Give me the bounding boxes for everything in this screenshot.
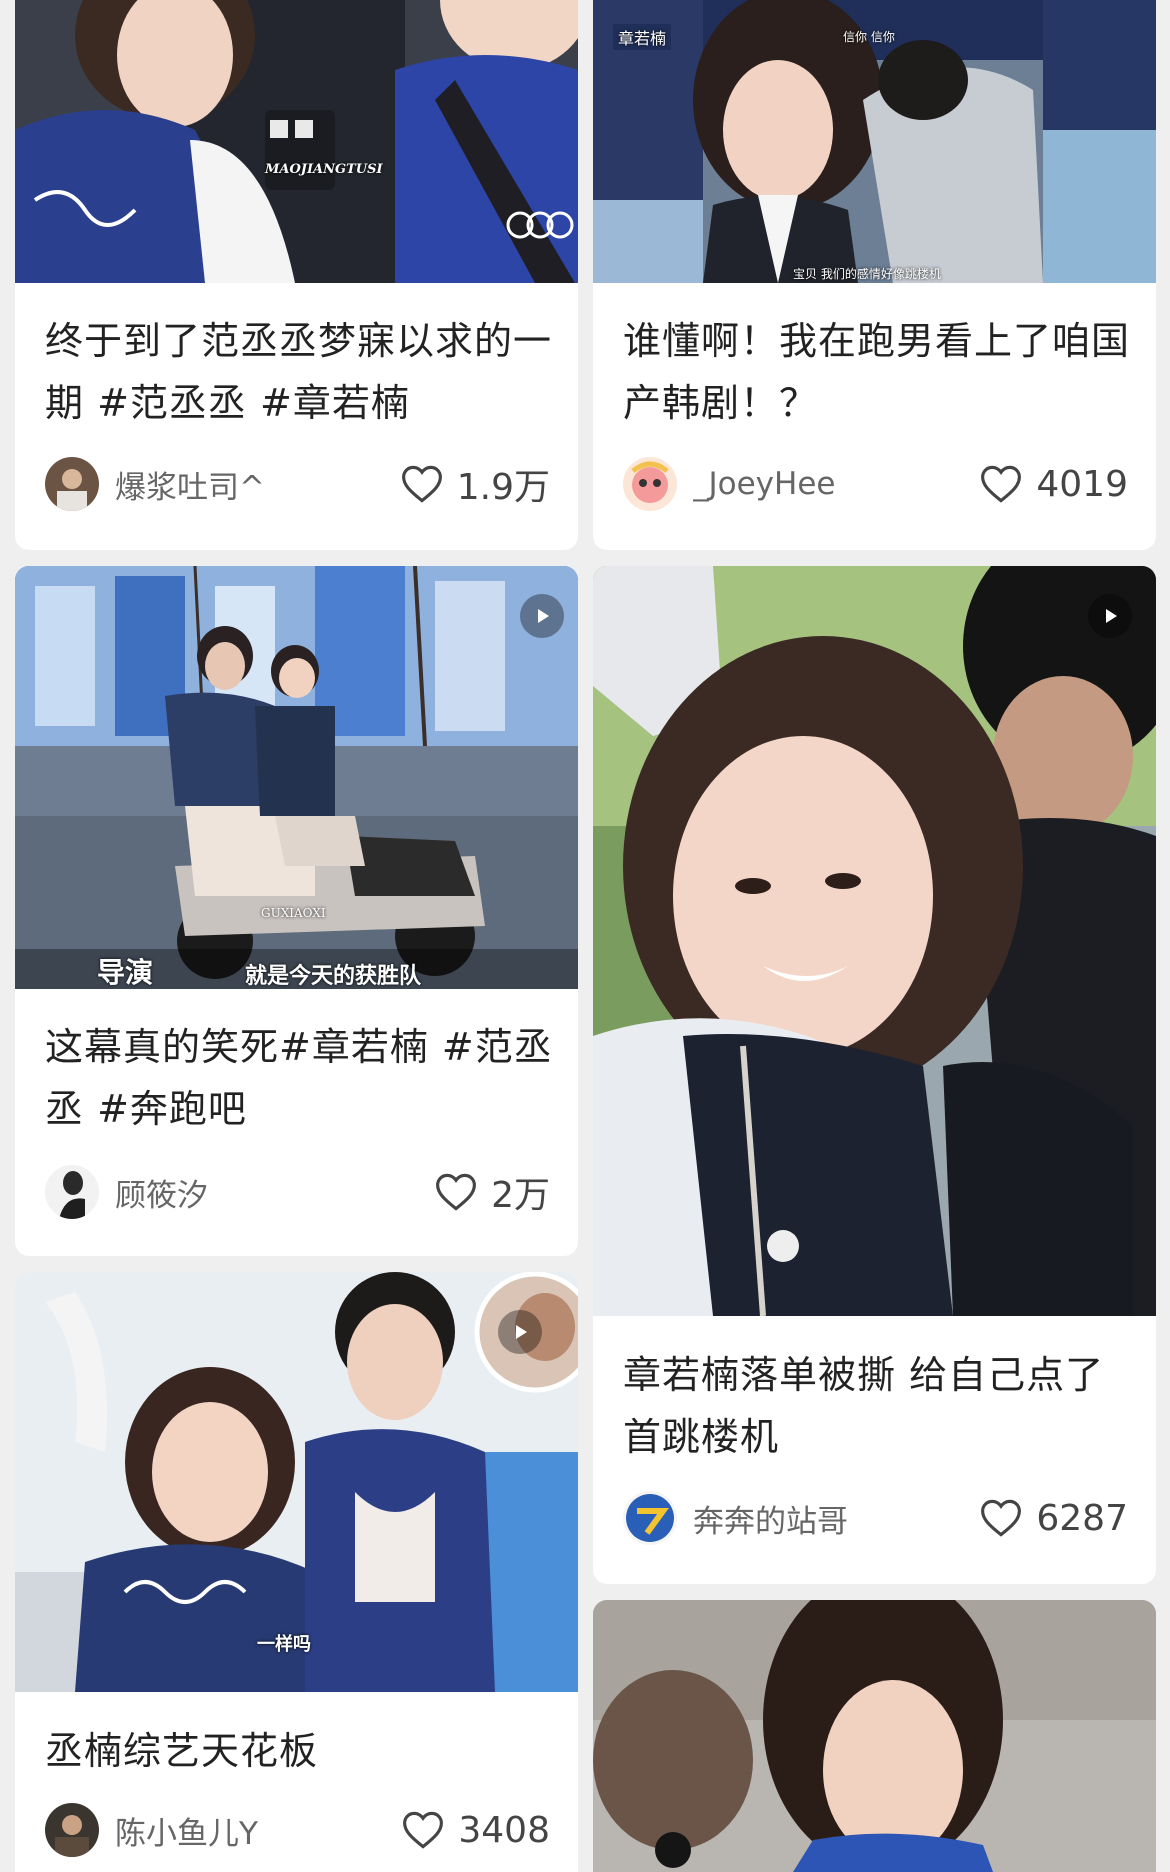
note-caption[interactable]: 这幕真的笑死#章若楠 #范丞丞 #奔跑吧 [45,1016,554,1140]
author-avatar[interactable] [45,1803,99,1857]
like-button[interactable]: 6287 [980,1498,1128,1539]
note-caption[interactable]: 终于到了范丞丞梦寐以求的一期 #范丞丞 #章若楠 [45,310,554,434]
video-indicator [1088,594,1132,638]
thumb-watermark: GUXIAOXI [261,906,326,920]
note-caption[interactable]: 章若楠落单被撕 给自己点了首跳楼机 [623,1344,1132,1468]
author-name[interactable]: 奔奔的站哥 [693,1496,980,1541]
play-icon [1106,609,1117,623]
waterfall-feed: MAOJIANGTUSI 终于到了范丞丞梦寐以求的一期 #范丞丞 #章若楠 爆浆… [0,0,1170,1872]
note-cover-image[interactable]: 导演 就是今天的获胜队 GUXIAOXI [15,566,578,989]
heart-outline-icon [403,1811,444,1849]
note-cover-image[interactable]: 一样吗 [15,1272,578,1692]
heart-outline-icon [401,465,442,503]
heart-outline-icon [981,465,1022,503]
author-avatar[interactable] [623,1491,677,1545]
author-name[interactable]: 爆浆吐司^ [115,462,401,507]
thumb-subtitle: 就是今天的获胜队 [245,963,422,989]
note-meta: 爆浆吐司^ 1.9万 [45,454,550,514]
like-count: 1.9万 [456,467,550,508]
thumb-subtitle: 一样吗 [257,1634,311,1655]
note-meta: 奔奔的站哥 6287 [623,1488,1128,1548]
author-avatar[interactable] [45,457,99,511]
like-button[interactable]: 2万 [435,1166,550,1218]
note-card[interactable] [593,1600,1156,1872]
heart-outline-icon [436,1173,477,1211]
play-icon [516,1325,527,1339]
note-card[interactable]: 导演 就是今天的获胜队 GUXIAOXI 这幕真的笑死#章若楠 #范丞丞 #奔跑… [15,566,578,1256]
author-avatar[interactable] [623,457,677,511]
thumb-subtitle-top: 信你 信你 [843,30,895,44]
like-button[interactable]: 4019 [980,464,1128,505]
note-caption[interactable]: 丞楠综艺天花板 [45,1720,554,1782]
thumb-subtitle: 宝贝 我们的感情好像跳楼机 [793,267,941,281]
note-card[interactable]: 章若楠落单被撕 给自己点了首跳楼机 奔奔的站哥 6287 [593,566,1156,1584]
thumb-badge: 章若楠 [613,24,672,50]
video-indicator [520,594,564,638]
play-icon [538,609,549,623]
note-card[interactable]: MAOJIANGTUSI 终于到了范丞丞梦寐以求的一期 #范丞丞 #章若楠 爆浆… [15,0,578,550]
note-meta: _JoeyHee 4019 [623,454,1128,514]
note-card[interactable]: 章若楠 信你 信你 宝贝 我们的感情好像跳楼机 谁懂啊！我在跑男看上了咱国产韩剧… [593,0,1156,550]
author-name[interactable]: 顾筱汐 [115,1170,435,1215]
like-count: 6287 [1036,1497,1128,1539]
heart-outline-icon [981,1499,1022,1537]
thumb-watermark: MAOJIANGTUSI [265,162,383,177]
author-name[interactable]: 陈小鱼儿Y [115,1808,402,1853]
note-cover-image[interactable]: 章若楠 信你 信你 宝贝 我们的感情好像跳楼机 [593,0,1156,283]
like-button[interactable]: 1.9万 [401,458,550,510]
note-card[interactable]: 一样吗 丞楠综艺天花板 陈小鱼儿Y 3408 [15,1272,578,1872]
thumb-logo: 导演 [97,956,154,989]
like-count: 4019 [1036,463,1128,505]
like-count: 2万 [491,1175,550,1216]
author-avatar[interactable] [45,1165,99,1219]
like-count: 3408 [458,1809,550,1851]
note-cover-image[interactable] [593,1600,1156,1872]
note-cover-image[interactable]: MAOJIANGTUSI [15,0,578,283]
note-meta: 陈小鱼儿Y 3408 [45,1800,550,1860]
note-caption[interactable]: 谁懂啊！我在跑男看上了咱国产韩剧！？ [623,310,1132,434]
note-cover-image[interactable] [593,566,1156,1316]
like-button[interactable]: 3408 [402,1810,550,1851]
author-name[interactable]: _JoeyHee [693,466,980,502]
note-meta: 顾筱汐 2万 [45,1162,550,1222]
video-indicator [498,1310,542,1354]
